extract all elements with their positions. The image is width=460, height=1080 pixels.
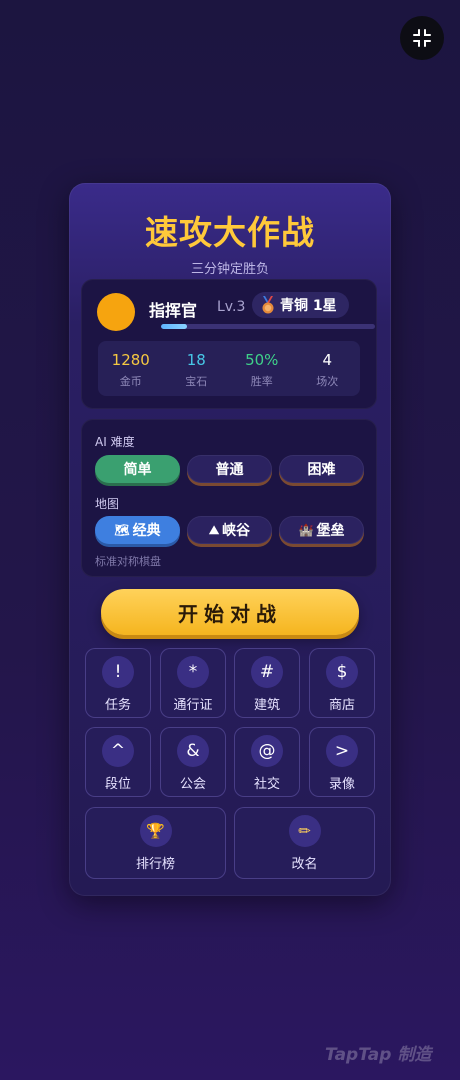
minimize-button[interactable] [400,16,444,60]
exclamation-icon: ! [102,656,134,688]
menu-tile-buildings[interactable]: # 建筑 [234,648,300,718]
difficulty-normal-button[interactable]: 普通 [187,455,272,483]
difficulty-options: 简单 普通 困难 [95,455,364,483]
stat-label: 金币 [119,375,142,388]
tile-label: 排行榜 [135,857,175,872]
stat-value: 4 [322,351,333,369]
stat-matches: 4 场次 [295,341,361,396]
bronze-medal-icon [262,296,274,314]
stat-winrate: 50% 胜率 [229,341,295,396]
map-label: 地图 [95,497,120,511]
tile-label: 商店 [328,698,355,713]
stat-gems: 18 宝石 [164,341,230,396]
canyon-icon: ⛰ [208,522,220,537]
hash-icon: # [251,656,283,688]
menu-tile-rank[interactable]: ^ 段位 [85,727,151,797]
menu-tile-pass[interactable]: * 通行证 [160,648,226,718]
tile-label: 改名 [291,857,318,872]
rank-text: 青铜 1星 [280,298,337,314]
map-fortress-button[interactable]: 🏰 堡垒 [279,516,364,544]
menu-tile-guild[interactable]: & 公会 [160,727,226,797]
map-option-label: 经典 [132,523,161,539]
map-icon: 🗺 [114,523,130,537]
stat-value: 50% [245,351,279,369]
taptap-watermark: TapTap 制造 [325,1045,432,1065]
game-title: 速攻大作战 [145,213,315,252]
tile-label: 段位 [104,777,131,792]
stat-label: 场次 [316,375,339,388]
collapse-arrows-icon [413,29,431,47]
xp-bar [161,324,375,329]
tile-label: 录像 [328,777,355,792]
game-subtitle: 三分钟定胜负 [190,262,269,277]
tile-label: 公会 [179,777,206,792]
xp-fill [161,324,187,329]
castle-icon: 🏰 [298,523,314,537]
game-panel: 速攻大作战 三分钟定胜负 指挥官 Lv.3 青铜 1星 1280 金币 18 宝 [69,183,391,896]
asterisk-icon: * [177,656,209,688]
map-option-label: 堡垒 [316,523,345,539]
stat-coins: 1280 金币 [98,341,164,396]
avatar[interactable] [97,293,135,331]
difficulty-label: AI 难度 [95,435,135,449]
stat-value: 18 [186,351,206,369]
tile-label: 通行证 [173,698,213,713]
stat-label: 胜率 [250,375,273,388]
at-icon: @ [251,735,283,767]
dollar-icon: $ [326,656,358,688]
stat-value: 1280 [111,351,150,369]
menu-tile-replays[interactable]: > 录像 [309,727,375,797]
map-classic-button[interactable]: 🗺 经典 [95,516,180,544]
rank-badge: 青铜 1星 [252,292,349,318]
difficulty-easy-button[interactable]: 简单 [95,455,180,483]
trophy-icon: 🏆 [139,815,172,847]
difficulty-hard-button[interactable]: 困难 [279,455,364,483]
tile-label: 任务 [104,698,131,713]
tile-label: 社交 [253,777,280,792]
ampersand-icon: & [177,735,209,767]
map-canyon-button[interactable]: ⛰ 峡谷 [187,516,272,544]
menu-tile-shop[interactable]: $ 商店 [309,648,375,718]
pencil-icon: ✏ [288,815,321,847]
play-arrow-icon: > [326,735,358,767]
map-description: 标准对称棋盘 [95,555,161,568]
menu-tile-rename[interactable]: ✏ 改名 [234,807,375,879]
start-battle-button[interactable]: 开始对战 [101,589,359,635]
map-option-label: 峡谷 [222,523,251,539]
player-name: 指挥官 [149,301,198,320]
stat-label: 宝石 [185,375,208,388]
menu-tile-tasks[interactable]: ! 任务 [85,648,151,718]
caret-icon: ^ [102,735,134,767]
menu-tile-social[interactable]: @ 社交 [234,727,300,797]
player-level: Lv.3 [217,299,246,315]
settings-card: AI 难度 简单 普通 困难 地图 🗺 经典 ⛰ 峡谷 🏰 堡垒 标准对称棋盘 [81,419,377,577]
profile-card: 指挥官 Lv.3 青铜 1星 1280 金币 18 宝石 50% 胜率 4 场次 [81,279,377,409]
stats-box: 1280 金币 18 宝石 50% 胜率 4 场次 [98,341,360,396]
map-options: 🗺 经典 ⛰ 峡谷 🏰 堡垒 [95,516,364,544]
menu-tile-leaderboard[interactable]: 🏆 排行榜 [85,807,226,879]
tile-label: 建筑 [253,698,280,713]
